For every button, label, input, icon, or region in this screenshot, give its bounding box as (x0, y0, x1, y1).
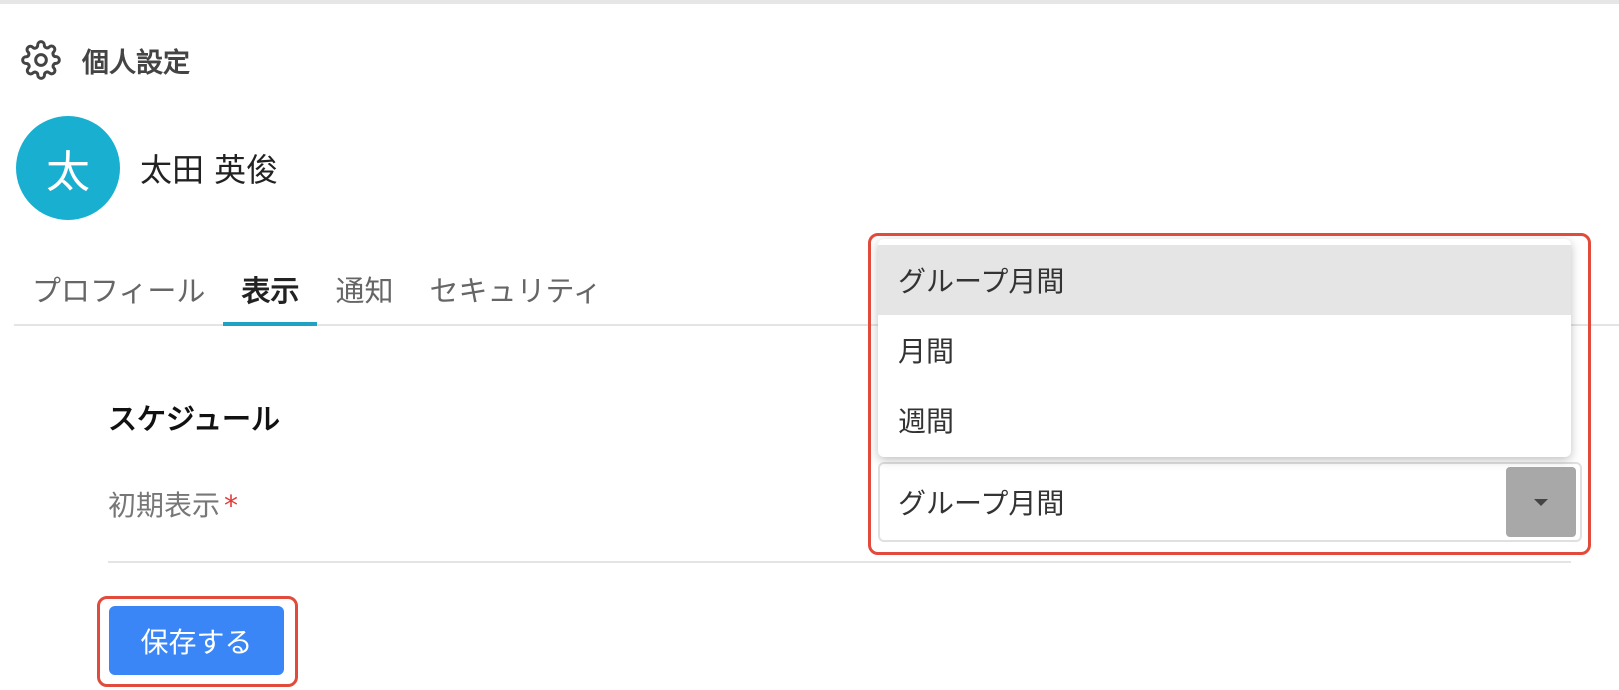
page-header: 個人設定 (18, 36, 190, 84)
user-name: 太田 英俊 (140, 151, 279, 189)
tab-display[interactable]: 表示 (223, 254, 318, 326)
initial-view-label: 初期表示 * (108, 484, 238, 524)
section-title-schedule: スケジュール (108, 402, 280, 436)
tab-notifications[interactable]: 通知 (317, 254, 411, 324)
settings-page: 個人設定 太 太田 英俊 プロフィール 表示 通知 セキュリティ スケジュール … (0, 0, 1619, 690)
page-title: 個人設定 (82, 47, 190, 79)
gear-icon (18, 37, 64, 83)
field-label-text: 初期表示 (108, 489, 221, 522)
top-border (0, 0, 1619, 4)
user-info: 太 太田 英俊 (16, 116, 278, 220)
field-divider (108, 561, 1571, 563)
avatar: 太 (16, 116, 120, 220)
required-mark: * (224, 489, 239, 522)
tab-security[interactable]: セキュリティ (411, 254, 619, 324)
tab-profile[interactable]: プロフィール (14, 254, 223, 324)
dropdown-highlight-box (868, 233, 1591, 555)
save-highlight-box (97, 596, 298, 687)
